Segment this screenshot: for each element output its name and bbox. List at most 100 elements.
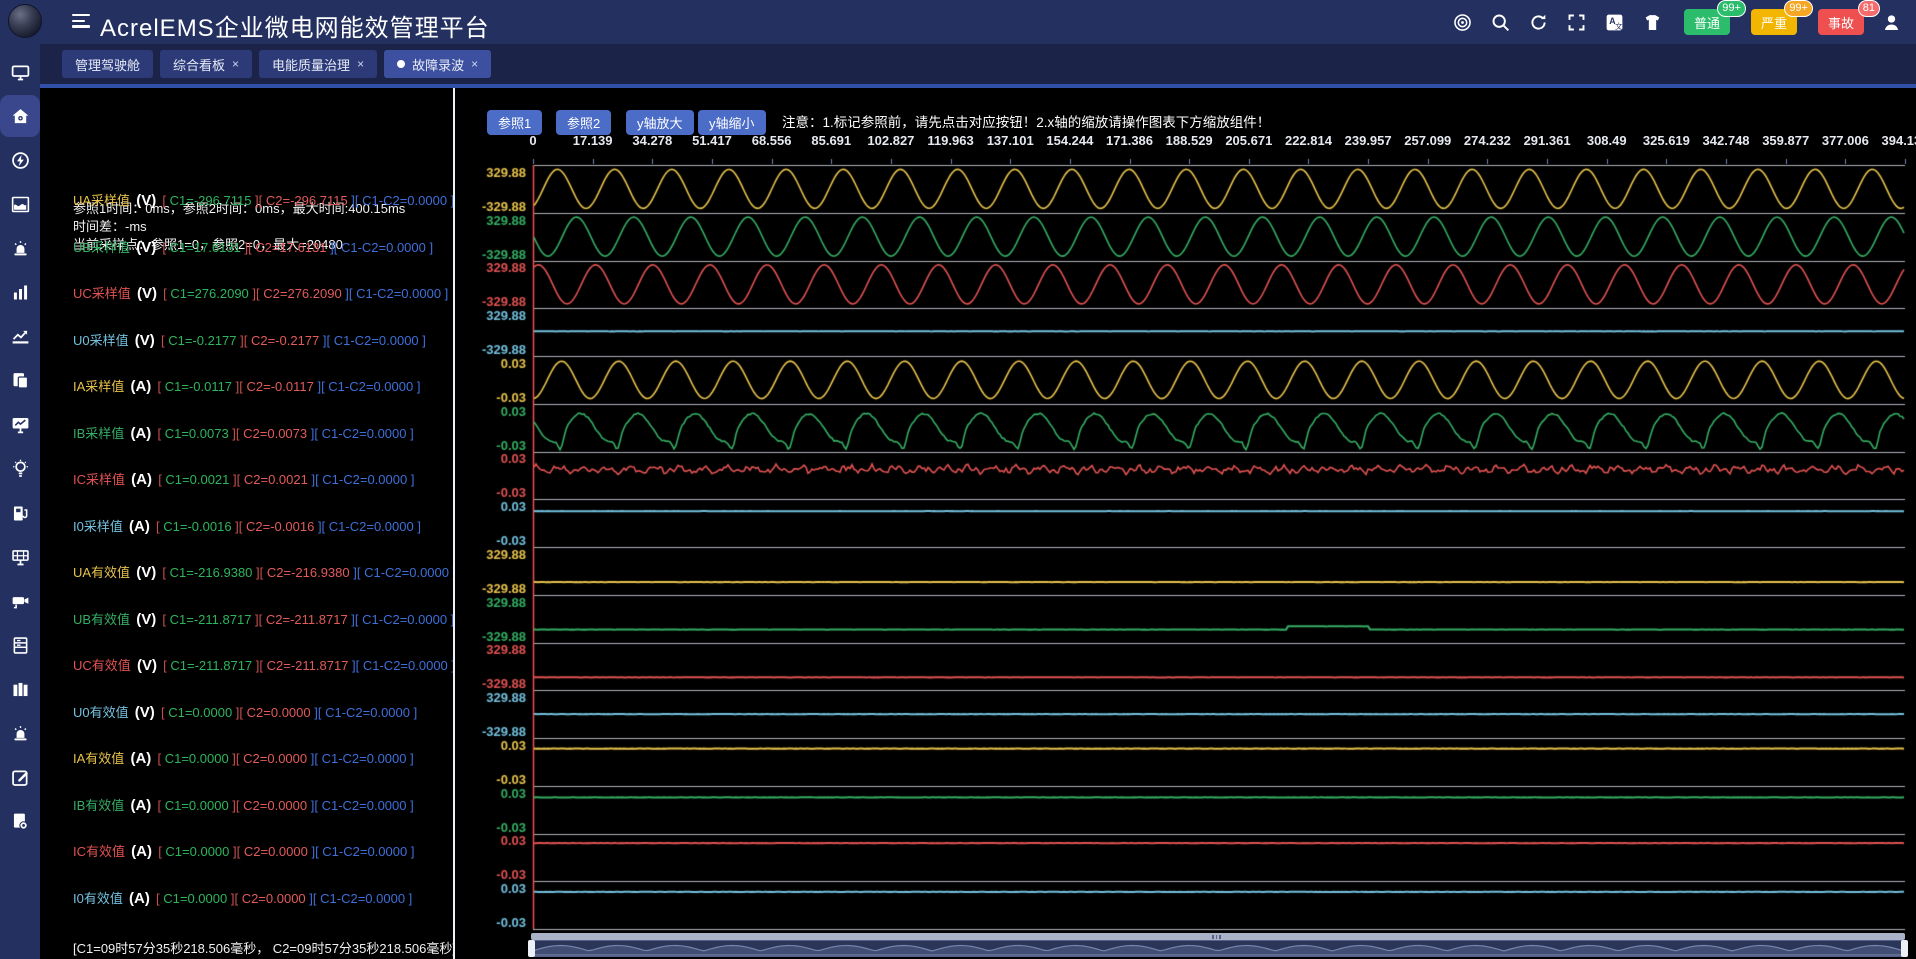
sidebar-item-cabinet[interactable] (0, 624, 40, 666)
bracket: [ (157, 379, 164, 394)
chart-button-y轴放大[interactable]: y轴放大 (626, 110, 694, 135)
diff-value: C1-C2=0.0000 (334, 333, 419, 348)
chart-button-参照2[interactable]: 参照2 (556, 110, 611, 135)
channel-name: IB采样值 (73, 426, 124, 441)
channel-unit: (V) (132, 239, 160, 256)
sidebar-item-monitor[interactable] (0, 51, 40, 93)
user-icon[interactable] (1881, 12, 1902, 33)
active-tab-dot (397, 60, 405, 68)
sidebar-item-trend-chart[interactable] (0, 316, 40, 358)
channel-row-UC采样值[interactable]: UC采样值 (V) [ C1=276.2090 ][ C2=276.2090 ]… (73, 283, 448, 302)
translate-icon[interactable]: A文 (1604, 12, 1625, 33)
channel-row-IC有效值[interactable]: IC有效值 (A) [ C1=0.0000 ][ C2=0.0000 ][ C1… (73, 841, 414, 860)
chart-button-参照1[interactable]: 参照1 (487, 110, 542, 135)
fullscreen-icon[interactable] (1566, 12, 1587, 33)
channel-name: UA有效值 (73, 565, 130, 580)
tabbar: 管理驾驶舱综合看板×电能质量治理×故障录波× (40, 44, 1916, 88)
tab-close-icon[interactable]: × (357, 57, 364, 71)
channel-row-U0有效值[interactable]: U0有效值 (V) [ C1=0.0000 ][ C2=0.0000 ][ C1… (73, 702, 417, 721)
monitor-chart-icon (10, 414, 31, 435)
sidebar-item-bar-chart[interactable] (0, 272, 40, 314)
channel-row-U0采样值[interactable]: U0采样值 (V) [ C1=-0.2177 ][ C2=-0.2177 ][ … (73, 330, 426, 349)
cctv-camera-icon (10, 591, 31, 612)
bracket: [ (162, 565, 169, 580)
alarm-button-严重[interactable]: 严重99+ (1751, 9, 1797, 35)
c2-value: C2=-0.0117 (247, 379, 314, 394)
channel-row-IA采样值[interactable]: IA采样值 (A) [ C1=-0.0117 ][ C2=-0.0117 ][ … (73, 376, 420, 395)
tab-close-icon[interactable]: × (232, 57, 239, 71)
alarm-button-普通[interactable]: 普通99+ (1684, 9, 1730, 35)
channel-unit: (V) (133, 285, 161, 302)
channel-unit: (A) (127, 471, 156, 488)
sidebar-item-archive[interactable] (0, 668, 40, 710)
x-tick-label: 68.556 (752, 133, 792, 148)
sidebar-item-energy-circle[interactable] (0, 139, 40, 181)
datazoom-right-handle[interactable] (1901, 940, 1908, 957)
menu-toggle-icon[interactable] (72, 14, 90, 29)
datazoom-track[interactable] (531, 940, 1905, 957)
channel-row-IB有效值[interactable]: IB有效值 (A) [ C1=0.0000 ][ C2=0.0000 ][ C1… (73, 795, 414, 814)
channel-row-UA采样值[interactable]: UA采样值 (V) [ C1=-296.7115 ][ C2=-296.7115… (73, 190, 454, 209)
channel-unit: (A) (125, 518, 154, 535)
sidebar-item-edit[interactable] (0, 757, 40, 799)
bracket: ][ (348, 193, 362, 208)
sidebar-item-monitor-chart[interactable] (0, 404, 40, 446)
channel-row-UB有效值[interactable]: UB有效值 (V) [ C1=-211.8717 ][ C2=-211.8717… (73, 609, 454, 628)
sidebar-item-alarm-light-2[interactable] (0, 713, 40, 755)
bracket: ] (407, 798, 414, 813)
sidebar-item-cctv-camera[interactable] (0, 580, 40, 622)
diff-value: C1-C2=0.0000 (362, 193, 447, 208)
waveform-canvas[interactable] (455, 88, 1916, 959)
bracket: ][ (252, 658, 266, 673)
alarm-button-事故[interactable]: 事故81 (1818, 9, 1864, 35)
tab-电能质量治理[interactable]: 电能质量治理× (259, 50, 377, 78)
search-icon[interactable] (1490, 12, 1511, 33)
x-tick-label: 342.748 (1703, 133, 1750, 148)
bracket: ][ (307, 426, 321, 441)
channel-row-UC有效值[interactable]: UC有效值 (V) [ C1=-211.8717 ][ C2=-211.8717… (73, 655, 455, 674)
channel-row-IC采样值[interactable]: IC采样值 (A) [ C1=0.0021 ][ C2=0.0021 ][ C1… (73, 469, 414, 488)
sidebar-item-doc-settings[interactable] (0, 801, 40, 843)
theme-shirt-icon[interactable] (1642, 12, 1663, 33)
c1-value: C1=0.0073 (165, 426, 229, 441)
c1-value: C1=276.2090 (170, 286, 248, 301)
tab-close-icon[interactable]: × (471, 57, 478, 71)
channel-name: I0采样值 (73, 519, 123, 534)
diff-value: C1-C2=0.0000 (322, 472, 407, 487)
page-title: AcrelEMS企业微电网能效管理平台 (100, 8, 490, 43)
bracket: ][ (232, 379, 246, 394)
datazoom-move-grip[interactable] (1212, 935, 1224, 939)
target-icon[interactable] (1452, 12, 1473, 33)
cursor-timestamp: [C1=09时57分35秒218.506毫秒， C2=09时57分35秒218.… (73, 938, 456, 957)
diff-value: C1-C2=0.0000 (325, 705, 410, 720)
x-tick-label: 308.49 (1587, 133, 1627, 148)
tab-管理驾驶舱[interactable]: 管理驾驶舱 (62, 50, 153, 78)
chart-button-y轴缩小[interactable]: y轴缩小 (698, 110, 766, 135)
user-avatar[interactable] (8, 4, 42, 38)
channel-row-I0有效值[interactable]: I0有效值 (A) [ C1=0.0000 ][ C2=0.0000 ][ C1… (73, 888, 412, 907)
datazoom-move-bar[interactable] (531, 933, 1905, 940)
channel-row-UB采样值[interactable]: UB采样值 (V) [ C1=17.6131 ][ C2=17.6131 ][ … (73, 237, 433, 256)
channel-row-IB采样值[interactable]: IB采样值 (A) [ C1=0.0073 ][ C2=0.0073 ][ C1… (73, 423, 414, 442)
x-tick-label: 137.101 (987, 133, 1034, 148)
x-tick-label: 85.691 (811, 133, 851, 148)
tab-故障录波[interactable]: 故障录波× (384, 50, 491, 78)
sidebar-item-alarm-light[interactable] (0, 227, 40, 269)
tab-综合看板[interactable]: 综合看板× (160, 50, 252, 78)
sidebar-item-home[interactable] (0, 95, 40, 137)
channel-row-UA有效值[interactable]: UA有效值 (V) [ C1=-216.9380 ][ C2=-216.9380… (73, 562, 456, 581)
sidebar-item-bulb[interactable] (0, 448, 40, 490)
datazoom-slider[interactable] (531, 933, 1905, 958)
sidebar-item-area-chart[interactable] (0, 183, 40, 225)
bracket: [ (157, 798, 164, 813)
datazoom-left-handle[interactable] (528, 940, 535, 957)
sidebar-item-solar-panel[interactable] (0, 536, 40, 578)
alarm-light-2-icon (10, 723, 31, 744)
sidebar-item-report-cards[interactable] (0, 360, 40, 402)
channel-unit: (V) (131, 332, 159, 349)
bracket: ][ (319, 333, 333, 348)
sidebar-item-ev-charger[interactable] (0, 492, 40, 534)
channel-row-I0采样值[interactable]: I0采样值 (A) [ C1=-0.0016 ][ C2=-0.0016 ][ … (73, 516, 421, 535)
channel-row-IA有效值[interactable]: IA有效值 (A) [ C1=0.0000 ][ C2=0.0000 ][ C1… (73, 748, 414, 767)
refresh-icon[interactable] (1528, 12, 1549, 33)
